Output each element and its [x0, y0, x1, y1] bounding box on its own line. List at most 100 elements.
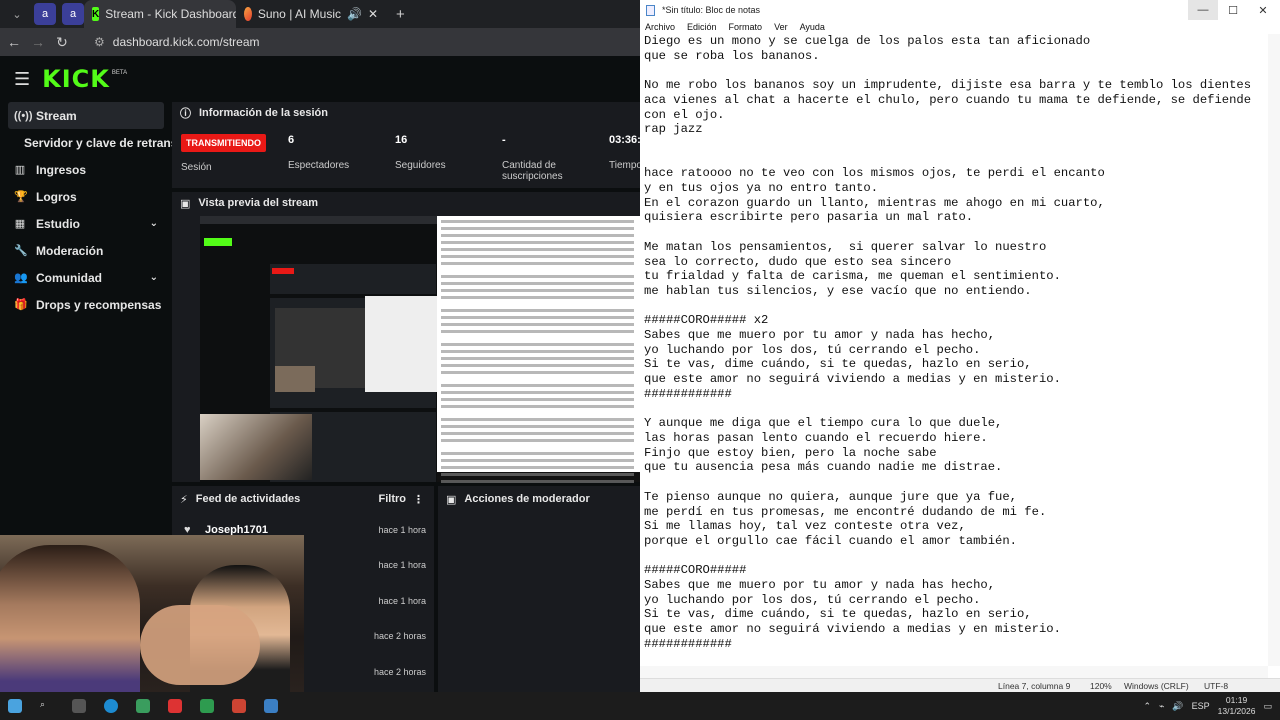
studio-icon: ▦ [14, 218, 26, 230]
sidebar-item-drops[interactable]: 🎁 Drops y recompensas [0, 291, 172, 318]
back-icon[interactable]: ← [2, 34, 26, 50]
url-text: dashboard.kick.com/stream [112, 35, 260, 49]
sidebar-item-achievements[interactable]: 🏆 Logros [0, 183, 172, 210]
sidebar-item-community[interactable]: 👥 Comunidad ⌄ [0, 264, 172, 291]
webcam-overlay [0, 535, 304, 705]
chevron-down-icon[interactable]: ⌄ [150, 272, 158, 283]
notepad-titlebar: *Sin título: Bloc de notas — ☐ ✕ [640, 0, 1280, 20]
panel-title: Vista previa del stream [198, 197, 319, 209]
webcam-person-left [0, 545, 140, 705]
tab-list-chevron-icon[interactable]: ⌄ [6, 3, 28, 25]
wrench-icon: 🔧 [14, 245, 28, 257]
chevron-up-icon[interactable]: ⌃ [1143, 701, 1151, 712]
menu-item-ayuda[interactable]: Ayuda [800, 22, 825, 32]
explorer-icon[interactable] [136, 699, 150, 713]
clock[interactable]: 01:19 13/1/2026 [1218, 695, 1256, 717]
sidebar-item-label: Comunidad [36, 270, 102, 285]
preview-icon: ▣ [180, 197, 191, 210]
tab-label: Suno | AI Music [257, 7, 341, 21]
sidebar-item-label: Stream [36, 108, 77, 123]
mod-actions-icon: ▣ [446, 493, 457, 506]
cursor-position: Línea 7, columna 9 [998, 681, 1071, 691]
feed-user[interactable]: Joseph1701 [205, 524, 268, 536]
pinned-tab-icon[interactable]: a [62, 3, 84, 25]
search-icon[interactable]: ⌕ [40, 699, 54, 713]
zoom-level: 120% [1090, 681, 1112, 691]
tab-kick-dashboard[interactable]: K Stream - Kick Dashboard 🔊 ✕ [84, 0, 236, 28]
session-info-panel: ⓘ Información de la sesión TRANSMITIENDO… [172, 102, 640, 188]
maximize-button[interactable]: ☐ [1218, 0, 1248, 20]
app-icon[interactable] [232, 699, 246, 713]
audio-icon[interactable]: 🔊 [347, 7, 362, 21]
taskbar: ⌕ ⌃ ⌁ 🔊 ESP 01:19 13/1/2026 ▭ [0, 692, 1280, 720]
close-tab-icon[interactable]: ✕ [368, 7, 378, 21]
language-indicator[interactable]: ESP [1192, 701, 1210, 711]
pinned-tab-icon[interactable]: a [34, 3, 56, 25]
stat-value: 16 [395, 134, 408, 146]
sidebar-item-server-key[interactable]: Servidor y clave de retransmisión [0, 129, 172, 156]
close-button[interactable]: ✕ [1248, 0, 1278, 20]
reload-icon[interactable]: ↻ [50, 34, 74, 51]
start-icon[interactable] [8, 699, 22, 713]
horizontal-scrollbar[interactable] [640, 666, 1268, 678]
minimize-button[interactable]: — [1188, 0, 1218, 20]
kick-logo[interactable]: KICK [42, 65, 110, 93]
volume-icon[interactable]: 🔊 [1172, 701, 1183, 712]
filter-button[interactable]: Filtro [379, 493, 407, 505]
vertical-scrollbar[interactable] [1268, 34, 1280, 666]
menu-icon[interactable]: ☰ [14, 69, 30, 90]
revenue-icon: ▥ [14, 164, 26, 176]
menu-item-archivo[interactable]: Archivo [645, 22, 675, 32]
broadcast-icon: ((•)) [14, 109, 33, 122]
kick-header: ☰ KICK BETA [0, 56, 640, 102]
stat-value: 03:36:5 [609, 134, 640, 146]
panel-title: Acciones de moderador [464, 493, 590, 505]
more-options-icon[interactable]: ⋮ [413, 493, 424, 506]
stat-subscriptions: - Cantidad de suscripciones [502, 134, 592, 182]
app-icon[interactable] [200, 699, 214, 713]
notification-icon[interactable]: ▭ [1263, 701, 1272, 712]
menu-item-formato[interactable]: Formato [729, 22, 763, 32]
feed-time: hace 1 hora [378, 524, 426, 535]
stat-followers: 16 Seguidores [395, 134, 446, 171]
system-tray: ⌃ ⌁ 🔊 ESP 01:19 13/1/2026 ▭ [1143, 692, 1280, 720]
sidebar-item-label: Ingresos [36, 162, 87, 177]
sidebar-item-revenue[interactable]: ▥ Ingresos [0, 156, 172, 183]
beta-label: BETA [111, 70, 128, 76]
app-icon[interactable] [264, 699, 278, 713]
sidebar-item-stream[interactable]: ((•)) Stream [8, 102, 164, 129]
sidebar: ((•)) Stream Servidor y clave de retrans… [0, 102, 172, 318]
follow-heart-icon: ♥ [184, 523, 191, 536]
notepad-text-area[interactable]: Diego es un mono y se cuelga de los palo… [644, 34, 1264, 664]
gift-icon: 🎁 [14, 299, 28, 311]
notepad-statusbar: Línea 7, columna 9 120% Windows (CRLF) U… [640, 678, 1280, 692]
notepad-window: *Sin título: Bloc de notas — ☐ ✕ Archivo… [640, 0, 1280, 692]
forward-icon[interactable]: → [26, 34, 50, 50]
stat-label: Seguidores [395, 160, 446, 171]
stat-time: 03:36:5 Tiempo [609, 134, 640, 171]
trophy-icon: 🏆 [14, 191, 28, 203]
menu-item-ver[interactable]: Ver [774, 22, 788, 32]
menu-item-edicion[interactable]: Edición [687, 22, 717, 32]
webcam-hand [140, 605, 260, 685]
url-field[interactable]: ⚙ dashboard.kick.com/stream [88, 31, 260, 53]
app-icon[interactable] [168, 699, 182, 713]
sidebar-item-moderation[interactable]: 🔧 Moderación [0, 237, 172, 264]
network-icon[interactable]: ⌁ [1159, 701, 1164, 712]
stat-session: TRANSMITIENDO Sesión [181, 134, 266, 173]
site-info-icon[interactable]: ⚙ [94, 35, 105, 49]
feed-time: hace 2 horas [373, 631, 426, 642]
tab-suno[interactable]: Suno | AI Music 🔊 ✕ [236, 0, 386, 28]
sidebar-item-studio[interactable]: ▦ Estudio ⌄ [0, 210, 172, 237]
browser-tab-bar: ⌄ a a K Stream - Kick Dashboard 🔊 ✕ Suno… [0, 0, 640, 28]
edge-icon[interactable] [104, 699, 118, 713]
panel-header: ⚡ Feed de actividades Filtro ⋮ [172, 486, 434, 512]
new-tab-button[interactable]: + [396, 6, 405, 23]
panel-header: ⓘ Información de la sesión [172, 102, 640, 124]
stat-viewers: 6 Espectadores [288, 134, 349, 171]
stream-preview-video[interactable] [200, 216, 640, 483]
task-view-icon[interactable] [72, 699, 86, 713]
info-icon: ⓘ [180, 108, 191, 120]
chevron-down-icon[interactable]: ⌄ [150, 218, 158, 229]
panel-header: ▣ Vista previa del stream [172, 192, 640, 214]
